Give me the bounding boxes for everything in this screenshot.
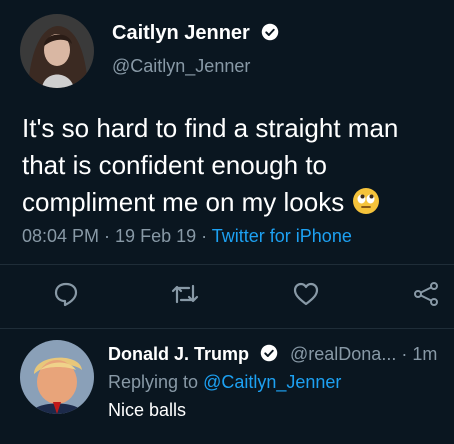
reply-author-name[interactable]: Donald J. Trump	[108, 344, 278, 365]
face-with-rolling-eyes-icon	[353, 188, 380, 214]
tweet-source-link[interactable]: Twitter for iPhone	[212, 226, 352, 246]
tweet-text-content: It's so hard to find a straight man that…	[22, 113, 399, 217]
reply-author-avatar[interactable]	[20, 340, 94, 414]
reply-author-name-text[interactable]: Donald J. Trump	[108, 344, 249, 364]
author-name[interactable]: Caitlyn Jenner	[112, 22, 279, 45]
divider	[0, 264, 454, 265]
replying-prefix: Replying to	[108, 372, 204, 392]
meta-separator: ·	[196, 226, 212, 246]
replying-to-mention[interactable]: @Caitlyn_Jenner	[203, 372, 341, 392]
reply-text: Nice balls	[108, 400, 187, 420]
reply-meta-separator: ·	[396, 344, 413, 364]
author-name-text[interactable]: Caitlyn Jenner	[112, 22, 250, 44]
tweet-text: It's so hard to find a straight man that…	[22, 110, 442, 221]
reply-author-handle[interactable]: @realDona... · 1m	[290, 344, 437, 365]
reply-age: 1m	[412, 344, 438, 364]
heart-icon	[293, 282, 319, 306]
retweet-icon	[171, 284, 199, 304]
retweet-button[interactable]	[171, 280, 199, 308]
divider	[0, 328, 454, 329]
author-handle[interactable]: @Caitlyn_Jenner	[112, 56, 250, 77]
meta-separator: ·	[99, 226, 116, 246]
tweet-time[interactable]: 08:04 PM	[22, 226, 99, 246]
share-button[interactable]	[412, 280, 440, 308]
like-button[interactable]	[292, 280, 320, 308]
reply-icon	[54, 282, 78, 307]
tweet-date[interactable]: 19 Feb 19	[115, 226, 196, 246]
reply-handle-text[interactable]: @realDona...	[290, 344, 396, 364]
reply-button[interactable]	[52, 280, 80, 308]
verified-badge-icon	[262, 23, 279, 41]
verified-badge-icon	[260, 344, 278, 362]
tweet-metadata: 08:04 PM · 19 Feb 19 · Twitter for iPhon…	[22, 226, 352, 247]
author-avatar[interactable]	[20, 14, 94, 88]
replying-to: Replying to @Caitlyn_Jenner	[108, 372, 341, 393]
share-icon	[414, 282, 438, 306]
